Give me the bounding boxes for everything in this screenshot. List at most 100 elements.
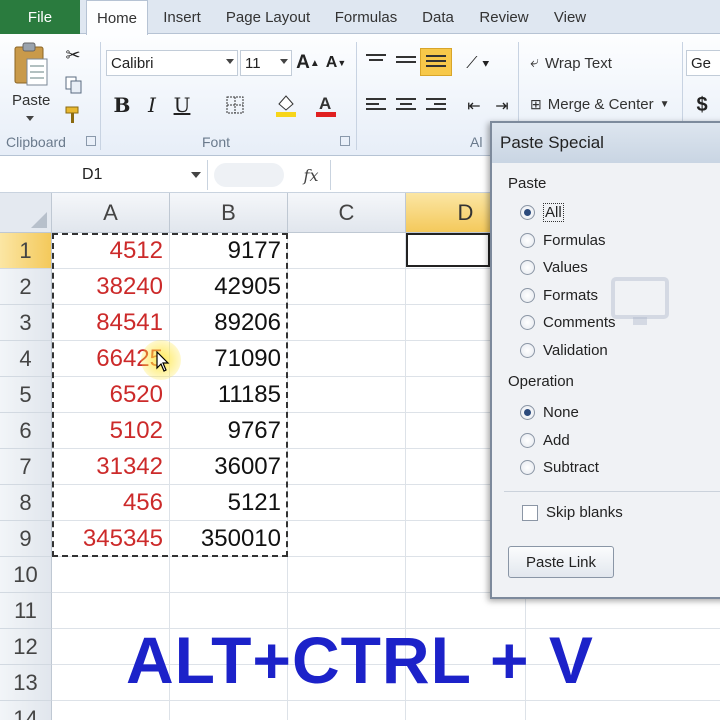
align-left-icon[interactable] bbox=[366, 98, 386, 114]
fill-color-icon[interactable] bbox=[272, 90, 300, 120]
format-painter-icon[interactable] bbox=[62, 104, 84, 126]
grid-cell[interactable]: 456 bbox=[52, 485, 170, 521]
row-header[interactable]: 4 bbox=[0, 341, 52, 377]
paste-option-formats[interactable]: Formats bbox=[520, 284, 598, 306]
grid-cell[interactable] bbox=[288, 305, 406, 341]
grid-cell[interactable]: 84541 bbox=[52, 305, 170, 341]
column-header-c[interactable]: C bbox=[288, 193, 406, 233]
formula-bar-grip[interactable] bbox=[214, 163, 284, 187]
grid-cell[interactable] bbox=[288, 449, 406, 485]
paste-button[interactable]: Paste bbox=[12, 92, 50, 109]
tab-file[interactable]: File bbox=[0, 0, 80, 34]
grid-cell[interactable] bbox=[288, 341, 406, 377]
row-header[interactable]: 9 bbox=[0, 521, 52, 557]
row-header[interactable]: 14 bbox=[0, 701, 52, 720]
grid-cell[interactable]: 350010 bbox=[170, 521, 288, 557]
borders-icon[interactable] bbox=[222, 92, 248, 118]
grid-cell[interactable] bbox=[52, 701, 170, 720]
grid-cell[interactable] bbox=[288, 521, 406, 557]
paste-dropdown-icon[interactable] bbox=[26, 116, 34, 121]
skip-blanks-checkbox[interactable]: Skip blanks bbox=[522, 504, 623, 521]
clipboard-launcher-icon[interactable] bbox=[86, 136, 96, 146]
paste-option-all[interactable]: All bbox=[520, 201, 564, 223]
grid-cell[interactable] bbox=[288, 269, 406, 305]
grid-cell[interactable]: 4512 bbox=[52, 233, 170, 269]
tab-review[interactable]: Review bbox=[472, 0, 536, 34]
increase-indent-icon[interactable]: ⇥ bbox=[490, 94, 514, 118]
paste-option-values[interactable]: Values bbox=[520, 256, 588, 278]
grid-cell[interactable] bbox=[52, 557, 170, 593]
row-header[interactable]: 2 bbox=[0, 269, 52, 305]
row-header[interactable]: 1 bbox=[0, 233, 52, 269]
shrink-font-icon[interactable]: A ▼ bbox=[324, 50, 348, 76]
cut-icon[interactable]: ✂ bbox=[62, 44, 84, 66]
operation-option-add[interactable]: Add bbox=[520, 429, 570, 451]
column-header-a[interactable]: A bbox=[52, 193, 170, 233]
operation-option-subtract[interactable]: Subtract bbox=[520, 456, 599, 478]
align-right-icon[interactable] bbox=[426, 98, 446, 114]
italic-button[interactable]: I bbox=[140, 92, 164, 118]
insert-function-button[interactable]: fx bbox=[296, 161, 326, 189]
wrap-text-button[interactable]: ⤶ Wrap Text bbox=[530, 54, 612, 72]
row-header[interactable]: 5 bbox=[0, 377, 52, 413]
underline-button[interactable]: U bbox=[170, 92, 194, 118]
grid-cell[interactable]: 38240 bbox=[52, 269, 170, 305]
tab-formulas[interactable]: Formulas bbox=[326, 0, 406, 34]
number-format-combo[interactable]: Ge bbox=[686, 50, 720, 76]
grid-cell[interactable]: 42905 bbox=[170, 269, 288, 305]
tab-data[interactable]: Data bbox=[414, 0, 462, 34]
name-box[interactable]: D1 bbox=[0, 160, 208, 190]
column-header-b[interactable]: B bbox=[170, 193, 288, 233]
currency-button[interactable]: $ bbox=[690, 92, 714, 118]
align-middle-icon[interactable] bbox=[396, 56, 416, 72]
tab-view[interactable]: View bbox=[544, 0, 596, 34]
grid-cell[interactable]: 6520 bbox=[52, 377, 170, 413]
grid-cell[interactable]: 11185 bbox=[170, 377, 288, 413]
grid-cell[interactable]: 71090 bbox=[170, 341, 288, 377]
grow-font-icon[interactable]: A ▲ bbox=[296, 50, 320, 76]
tab-page-layout[interactable]: Page Layout bbox=[220, 0, 316, 34]
grid-cell[interactable]: 5121 bbox=[170, 485, 288, 521]
grid-cell[interactable] bbox=[288, 557, 406, 593]
align-bottom-icon[interactable] bbox=[420, 48, 452, 76]
grid-cell[interactable]: 5102 bbox=[52, 413, 170, 449]
grid-cell[interactable] bbox=[526, 701, 720, 720]
select-all-corner[interactable] bbox=[0, 193, 52, 233]
grid-cell[interactable]: 345345 bbox=[52, 521, 170, 557]
grid-cell[interactable] bbox=[288, 485, 406, 521]
orientation-icon[interactable]: ⟋ ▾ bbox=[458, 52, 498, 76]
grid-cell[interactable] bbox=[288, 377, 406, 413]
row-header[interactable]: 6 bbox=[0, 413, 52, 449]
font-launcher-icon[interactable] bbox=[340, 136, 350, 146]
align-center-icon[interactable] bbox=[396, 98, 416, 114]
font-size-combo[interactable]: 11 bbox=[240, 50, 292, 76]
active-cell-d1[interactable] bbox=[406, 233, 490, 267]
grid-cell[interactable] bbox=[288, 233, 406, 269]
grid-cell[interactable]: 31342 bbox=[52, 449, 170, 485]
grid-cell[interactable] bbox=[170, 701, 288, 720]
grid-cell[interactable]: 9767 bbox=[170, 413, 288, 449]
grid-cell[interactable] bbox=[288, 413, 406, 449]
font-name-combo[interactable]: Calibri bbox=[106, 50, 238, 76]
merge-center-button[interactable]: ⊞ Merge & Center ▼ bbox=[530, 96, 670, 113]
bold-button[interactable]: B bbox=[110, 92, 134, 118]
decrease-indent-icon[interactable]: ⇤ bbox=[462, 94, 486, 118]
grid-cell[interactable] bbox=[406, 701, 526, 720]
copy-icon[interactable] bbox=[62, 74, 86, 96]
align-top-icon[interactable] bbox=[366, 54, 386, 70]
tab-home[interactable]: Home bbox=[86, 0, 148, 35]
row-header[interactable]: 8 bbox=[0, 485, 52, 521]
paste-option-formulas[interactable]: Formulas bbox=[520, 229, 606, 251]
font-color-icon[interactable]: A bbox=[312, 90, 340, 120]
paste-icon[interactable] bbox=[8, 40, 54, 90]
paste-link-button[interactable]: Paste Link bbox=[508, 546, 614, 578]
grid-cell[interactable]: 89206 bbox=[170, 305, 288, 341]
row-header[interactable]: 7 bbox=[0, 449, 52, 485]
grid-cell[interactable]: 36007 bbox=[170, 449, 288, 485]
tab-insert[interactable]: Insert bbox=[154, 0, 210, 34]
row-header[interactable]: 10 bbox=[0, 557, 52, 593]
operation-option-none[interactable]: None bbox=[520, 401, 579, 423]
grid-cell[interactable]: 9177 bbox=[170, 233, 288, 269]
grid-cell[interactable] bbox=[288, 701, 406, 720]
row-header[interactable]: 3 bbox=[0, 305, 52, 341]
